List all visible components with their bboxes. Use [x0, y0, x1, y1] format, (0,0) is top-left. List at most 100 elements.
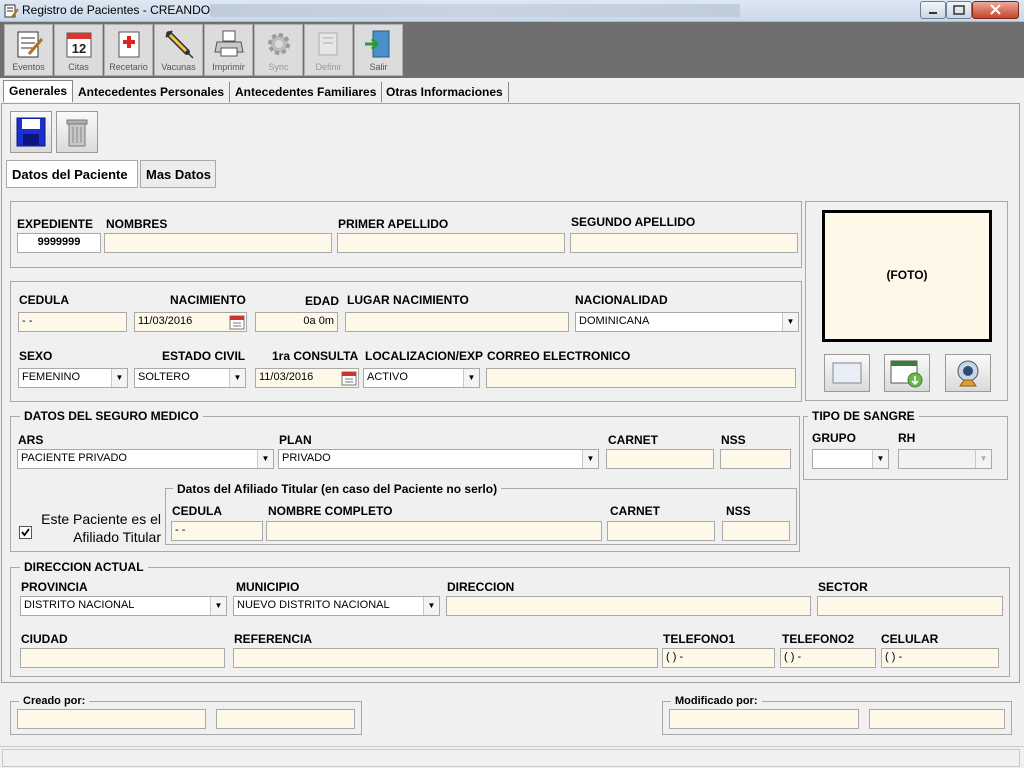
- ciudad-field[interactable]: [20, 648, 225, 668]
- notepad-icon: [17, 31, 44, 58]
- photo-placeholder-label: (FOTO): [886, 268, 928, 282]
- save-button[interactable]: [10, 111, 52, 153]
- maximize-icon: [953, 5, 965, 15]
- delete-button[interactable]: [56, 111, 98, 153]
- printer-icon: [214, 30, 244, 57]
- toolbar-citas-button[interactable]: 12 Citas: [54, 24, 103, 76]
- define-icon: [318, 32, 338, 56]
- nacimiento-date-field[interactable]: 11/03/2016: [134, 312, 247, 332]
- telefono1-field[interactable]: ( ) -: [662, 648, 775, 668]
- toolbar-sync-button[interactable]: Sync: [254, 24, 303, 76]
- afiliado-titular-checkbox[interactable]: [19, 526, 32, 539]
- created-date-field: [216, 709, 355, 729]
- toolbar-label: Sync: [268, 62, 289, 72]
- ars-select[interactable]: PACIENTE PRIVADO ▼: [17, 449, 274, 469]
- chevron-down-icon: ▼: [463, 369, 479, 387]
- nacionalidad-select[interactable]: DOMINICANA ▼: [575, 312, 799, 332]
- ars-label: ARS: [18, 433, 44, 447]
- toolbar-label: Imprimir: [212, 62, 245, 72]
- nacionalidad-label: NACIONALIDAD: [575, 293, 668, 307]
- toolbar: Eventos 12 Citas Recetario Vacunas Impri…: [0, 22, 1024, 78]
- close-button[interactable]: [972, 1, 1019, 19]
- celular-field[interactable]: ( ) -: [881, 648, 999, 668]
- titular-nss-label: NSS: [726, 504, 751, 518]
- titular-nombre-field[interactable]: [266, 521, 602, 541]
- celular-label: CELULAR: [881, 632, 939, 646]
- toolbar-salir-button[interactable]: Salir: [354, 24, 403, 76]
- toolbar-eventos-button[interactable]: Eventos: [4, 24, 53, 76]
- blood-type-group: [803, 416, 1008, 480]
- chevron-down-icon: ▼: [582, 450, 598, 468]
- titular-carnet-field[interactable]: [607, 521, 715, 541]
- sexo-select[interactable]: FEMENINO ▼: [18, 368, 128, 388]
- telefono2-field[interactable]: ( ) -: [780, 648, 876, 668]
- window-title: Registro de Pacientes - CREANDO: [22, 3, 211, 17]
- segundo-apellido-field[interactable]: [570, 233, 798, 253]
- carnet-field[interactable]: [606, 449, 714, 469]
- correo-field[interactable]: [486, 368, 796, 388]
- municipio-select[interactable]: NUEVO DISTRITO NACIONAL ▼: [233, 596, 440, 616]
- localizacion-label: LOCALIZACION/EXP: [365, 349, 484, 363]
- chevron-down-icon: ▼: [229, 369, 245, 387]
- sector-field[interactable]: [817, 596, 1003, 616]
- cedula-label: CEDULA: [19, 293, 69, 307]
- modified-date-field: [869, 709, 1005, 729]
- minimize-button[interactable]: [920, 1, 946, 19]
- photo-load-button[interactable]: [884, 354, 930, 392]
- plan-select[interactable]: PRIVADO ▼: [278, 449, 599, 469]
- nss-field[interactable]: [720, 449, 791, 469]
- lugar-nacimiento-field[interactable]: [345, 312, 569, 332]
- nacimiento-label: NACIMIENTO: [170, 293, 246, 307]
- titular-group-title: Datos del Afiliado Titular (en caso del …: [173, 482, 502, 496]
- referencia-label: REFERENCIA: [234, 632, 313, 646]
- tab-mas-datos[interactable]: Mas Datos: [140, 160, 216, 188]
- cedula-field[interactable]: - -: [18, 312, 127, 332]
- nacionalidad-value: DOMINICANA: [579, 315, 650, 327]
- svg-text:12: 12: [72, 41, 86, 56]
- tab-generales[interactable]: Generales: [3, 80, 74, 102]
- toolbar-recetario-button[interactable]: Recetario: [104, 24, 153, 76]
- insurance-group-title: DATOS DEL SEGURO MEDICO: [20, 409, 203, 423]
- toolbar-imprimir-button[interactable]: Imprimir: [204, 24, 253, 76]
- afiliado-titular-label[interactable]: Este Paciente es el Afiliado Titular: [37, 510, 161, 546]
- trash-can-icon: [66, 119, 88, 147]
- title-extra-blurred: [210, 4, 740, 17]
- close-icon: [990, 4, 1001, 15]
- title-bar: Registro de Pacientes - CREANDO: [0, 0, 1024, 22]
- nombres-field[interactable]: [104, 233, 332, 253]
- rh-label: RH: [898, 431, 916, 445]
- blood-type-group-title: TIPO DE SANGRE: [808, 409, 919, 423]
- grupo-select[interactable]: ▼: [812, 449, 889, 469]
- maximize-button[interactable]: [946, 1, 972, 19]
- estado-civil-select[interactable]: SOLTERO ▼: [134, 368, 246, 388]
- tab-antecedentes-personales[interactable]: Antecedentes Personales: [73, 82, 231, 102]
- primer-apellido-field[interactable]: [337, 233, 565, 253]
- tab-otras-informaciones[interactable]: Otras Informaciones: [381, 82, 509, 102]
- toolbar-vacunas-button[interactable]: Vacunas: [154, 24, 203, 76]
- expediente-field[interactable]: 9999999: [17, 233, 101, 253]
- toolbar-label: Vacunas: [161, 62, 196, 72]
- floppy-disk-icon: [16, 117, 46, 147]
- photo-frame: (FOTO): [822, 210, 992, 342]
- titular-cedula-field[interactable]: - -: [171, 521, 263, 541]
- tab-datos-del-paciente[interactable]: Datos del Paciente: [6, 160, 138, 188]
- expediente-label: EXPEDIENTE: [17, 217, 94, 231]
- direccion-field[interactable]: [446, 596, 811, 616]
- provincia-select[interactable]: DISTRITO NACIONAL ▼: [20, 596, 227, 616]
- carnet-label: CARNET: [608, 433, 658, 447]
- calendar-picker-icon[interactable]: [229, 314, 245, 330]
- primera-consulta-date-field[interactable]: 11/03/2016: [255, 368, 359, 388]
- toolbar-definir-button[interactable]: Definir: [304, 24, 353, 76]
- calendar-picker-icon[interactable]: [341, 370, 357, 386]
- tab-antecedentes-familiares[interactable]: Antecedentes Familiares: [230, 82, 383, 102]
- rh-select[interactable]: ▼: [898, 449, 992, 469]
- municipio-label: MUNICIPIO: [236, 580, 300, 594]
- load-image-icon: [890, 360, 923, 388]
- referencia-field[interactable]: [233, 648, 658, 668]
- toolbar-label: Eventos: [12, 62, 45, 72]
- webcam-button[interactable]: [945, 354, 991, 392]
- titular-cedula-label: CEDULA: [172, 504, 222, 518]
- titular-nss-field[interactable]: [722, 521, 790, 541]
- photo-clear-button[interactable]: [824, 354, 870, 392]
- localizacion-select[interactable]: ACTIVO ▼: [363, 368, 480, 388]
